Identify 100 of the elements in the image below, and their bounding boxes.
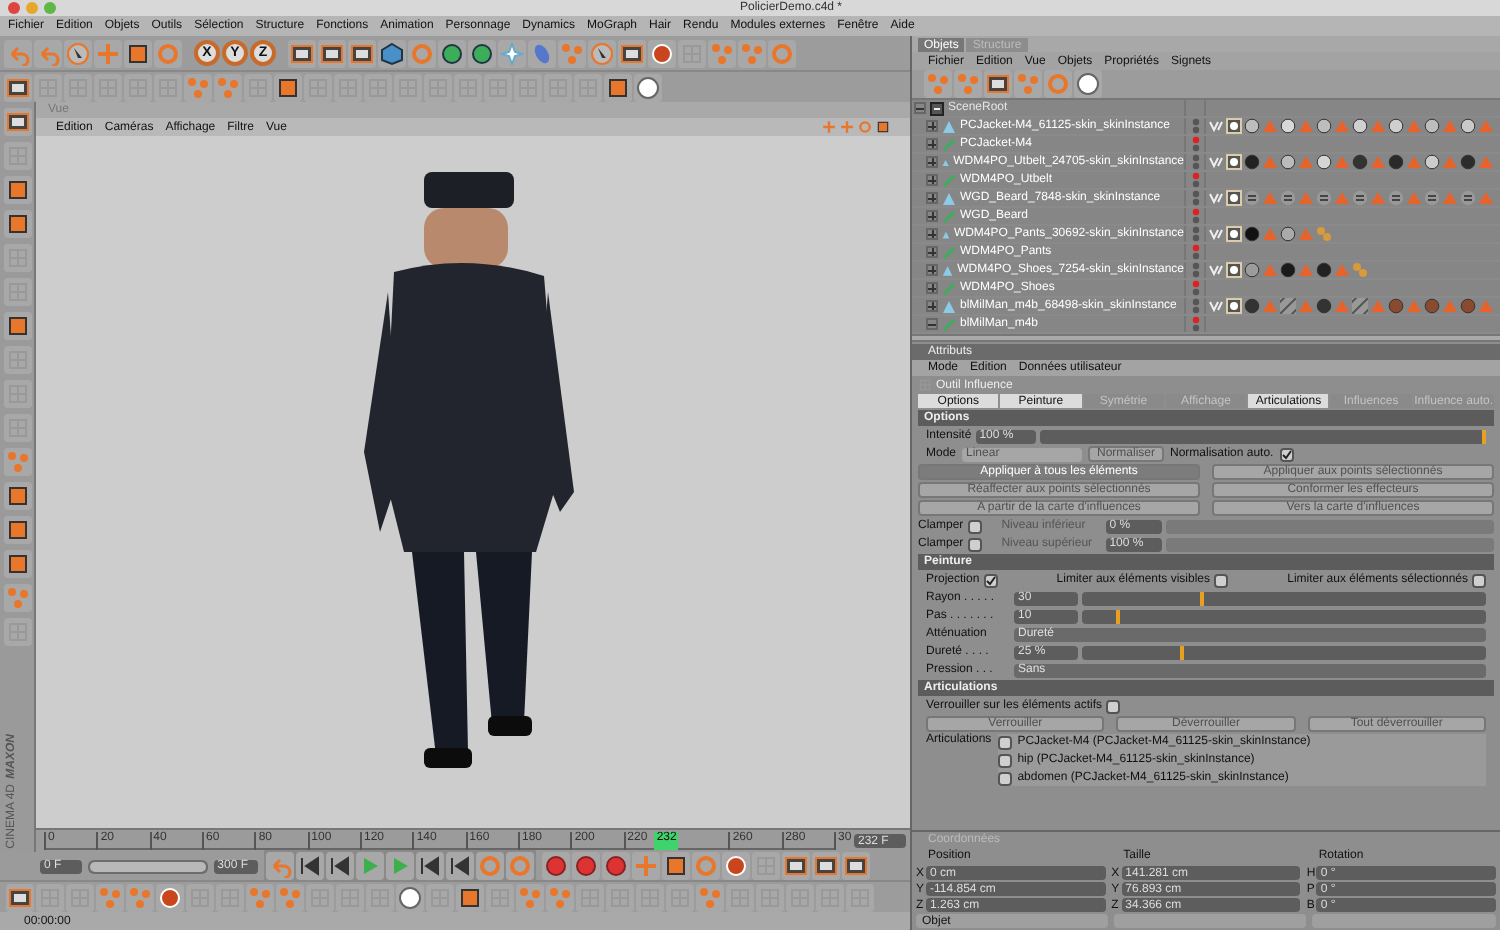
weight-tag-icon[interactable] — [1226, 118, 1242, 134]
grid-icon[interactable] — [68, 885, 92, 909]
film-icon[interactable] — [8, 885, 32, 909]
skip-icon[interactable] — [448, 854, 473, 878]
circle-icon[interactable] — [636, 75, 660, 99]
film-icon[interactable] — [290, 41, 314, 65]
grid-icon[interactable] — [456, 75, 480, 99]
checkbox[interactable] — [1214, 573, 1228, 587]
material-tag-icon[interactable] — [1424, 118, 1440, 134]
ring-icon[interactable] — [508, 854, 533, 878]
dots-icon[interactable] — [710, 41, 734, 65]
weight-tag-icon[interactable] — [1226, 190, 1242, 206]
film-icon[interactable] — [5, 110, 29, 134]
dots-icon[interactable] — [248, 885, 272, 909]
checkbox[interactable] — [1106, 699, 1121, 713]
square-icon[interactable] — [664, 854, 689, 878]
dots-icon[interactable] — [926, 72, 950, 96]
visibility-dots-icon[interactable] — [1191, 244, 1199, 260]
grid-icon[interactable] — [336, 75, 360, 99]
dots-icon[interactable] — [560, 41, 584, 65]
stripes-tag-icon[interactable] — [1352, 298, 1368, 314]
square-icon[interactable] — [126, 41, 150, 65]
expand-toggle[interactable] — [926, 300, 938, 312]
expand-toggle[interactable] — [926, 246, 938, 258]
mesh-icon[interactable] — [942, 191, 956, 205]
dots-icon[interactable] — [1016, 72, 1040, 96]
skip-icon[interactable] — [418, 854, 443, 878]
film-icon[interactable] — [350, 41, 374, 65]
uvw-tag-icon[interactable] — [1208, 118, 1224, 134]
expand-toggle[interactable] — [926, 282, 938, 294]
expand-toggle[interactable] — [926, 192, 938, 204]
checkbox[interactable] — [967, 537, 982, 551]
material-tag-icon[interactable] — [1244, 226, 1260, 242]
grid-icon[interactable] — [546, 75, 570, 99]
grid-icon[interactable] — [918, 378, 932, 392]
dots-icon[interactable] — [698, 885, 722, 909]
material-tag-icon[interactable] — [1244, 262, 1260, 278]
dots-icon[interactable] — [98, 885, 122, 909]
visibility-dots-icon[interactable] — [1191, 298, 1199, 314]
film-icon[interactable] — [784, 854, 809, 878]
square-icon[interactable] — [276, 75, 300, 99]
material-tag-icon[interactable] — [1280, 262, 1296, 278]
square-icon[interactable] — [5, 314, 29, 338]
grid-icon[interactable] — [486, 75, 510, 99]
material-tag-icon[interactable] — [1424, 154, 1440, 170]
uvw-tag-icon[interactable] — [1208, 154, 1224, 170]
expand-toggle[interactable] — [926, 318, 938, 330]
grid-icon[interactable] — [516, 75, 540, 99]
pattern-tag-icon[interactable] — [1388, 190, 1404, 206]
move-icon[interactable] — [840, 120, 854, 134]
rec-icon[interactable] — [604, 854, 629, 878]
dots-icon[interactable] — [278, 885, 302, 909]
square-icon[interactable] — [876, 120, 890, 134]
visibility-dots-icon[interactable] — [1191, 316, 1199, 332]
material-tag-icon[interactable] — [1316, 118, 1332, 134]
sphere-icon[interactable] — [650, 41, 674, 65]
pattern-tag-icon[interactable] — [1424, 190, 1440, 206]
expand-toggle[interactable] — [914, 102, 926, 114]
dots-icon[interactable] — [186, 75, 210, 99]
root-icon[interactable] — [930, 101, 944, 115]
checkbox[interactable] — [997, 771, 1012, 785]
pattern-tag-icon[interactable] — [1244, 190, 1260, 206]
checkbox[interactable] — [997, 735, 1012, 749]
pattern-tag-icon[interactable] — [1316, 190, 1332, 206]
zoom-icon[interactable] — [44, 2, 56, 14]
uvw-tag-icon[interactable] — [1208, 226, 1224, 242]
expand-toggle[interactable] — [926, 120, 938, 132]
material-tag-icon[interactable] — [1280, 118, 1296, 134]
expand-toggle[interactable] — [926, 138, 938, 150]
checkbox[interactable] — [997, 753, 1012, 767]
uvw-tag-icon[interactable] — [1208, 262, 1224, 278]
range-slider[interactable] — [90, 861, 206, 871]
ring-icon[interactable] — [770, 41, 794, 65]
dots-icon[interactable] — [5, 586, 29, 610]
square-icon[interactable] — [5, 212, 29, 236]
grid-icon[interactable] — [366, 75, 390, 99]
material-tag-icon[interactable] — [1316, 298, 1332, 314]
expand-toggle[interactable] — [926, 228, 938, 240]
uvw-tag-icon[interactable] — [1208, 190, 1224, 206]
drop-icon[interactable] — [530, 41, 554, 65]
square-icon[interactable] — [5, 518, 29, 542]
expand-toggle[interactable] — [926, 210, 938, 222]
weight-tag-icon[interactable] — [1226, 154, 1242, 170]
material-tag-icon[interactable] — [1280, 226, 1296, 242]
undo-icon[interactable] — [6, 41, 30, 65]
circle-icon[interactable] — [398, 885, 422, 909]
material-tag-icon[interactable] — [1424, 298, 1440, 314]
pattern-tag-icon[interactable] — [1460, 190, 1476, 206]
material-tag-icon[interactable] — [1244, 118, 1260, 134]
scrollbar[interactable] — [912, 334, 1500, 342]
film-icon[interactable] — [620, 41, 644, 65]
slider-thumb[interactable] — [1116, 609, 1121, 623]
visibility-dots-icon[interactable] — [1191, 280, 1199, 296]
visibility-dots-icon[interactable] — [1191, 190, 1199, 206]
film-icon[interactable] — [6, 75, 30, 99]
film-icon[interactable] — [320, 41, 344, 65]
mesh-icon[interactable] — [942, 155, 950, 169]
mesh-icon[interactable] — [942, 299, 956, 313]
mesh-icon[interactable] — [942, 263, 954, 277]
expand-toggle[interactable] — [926, 156, 938, 168]
